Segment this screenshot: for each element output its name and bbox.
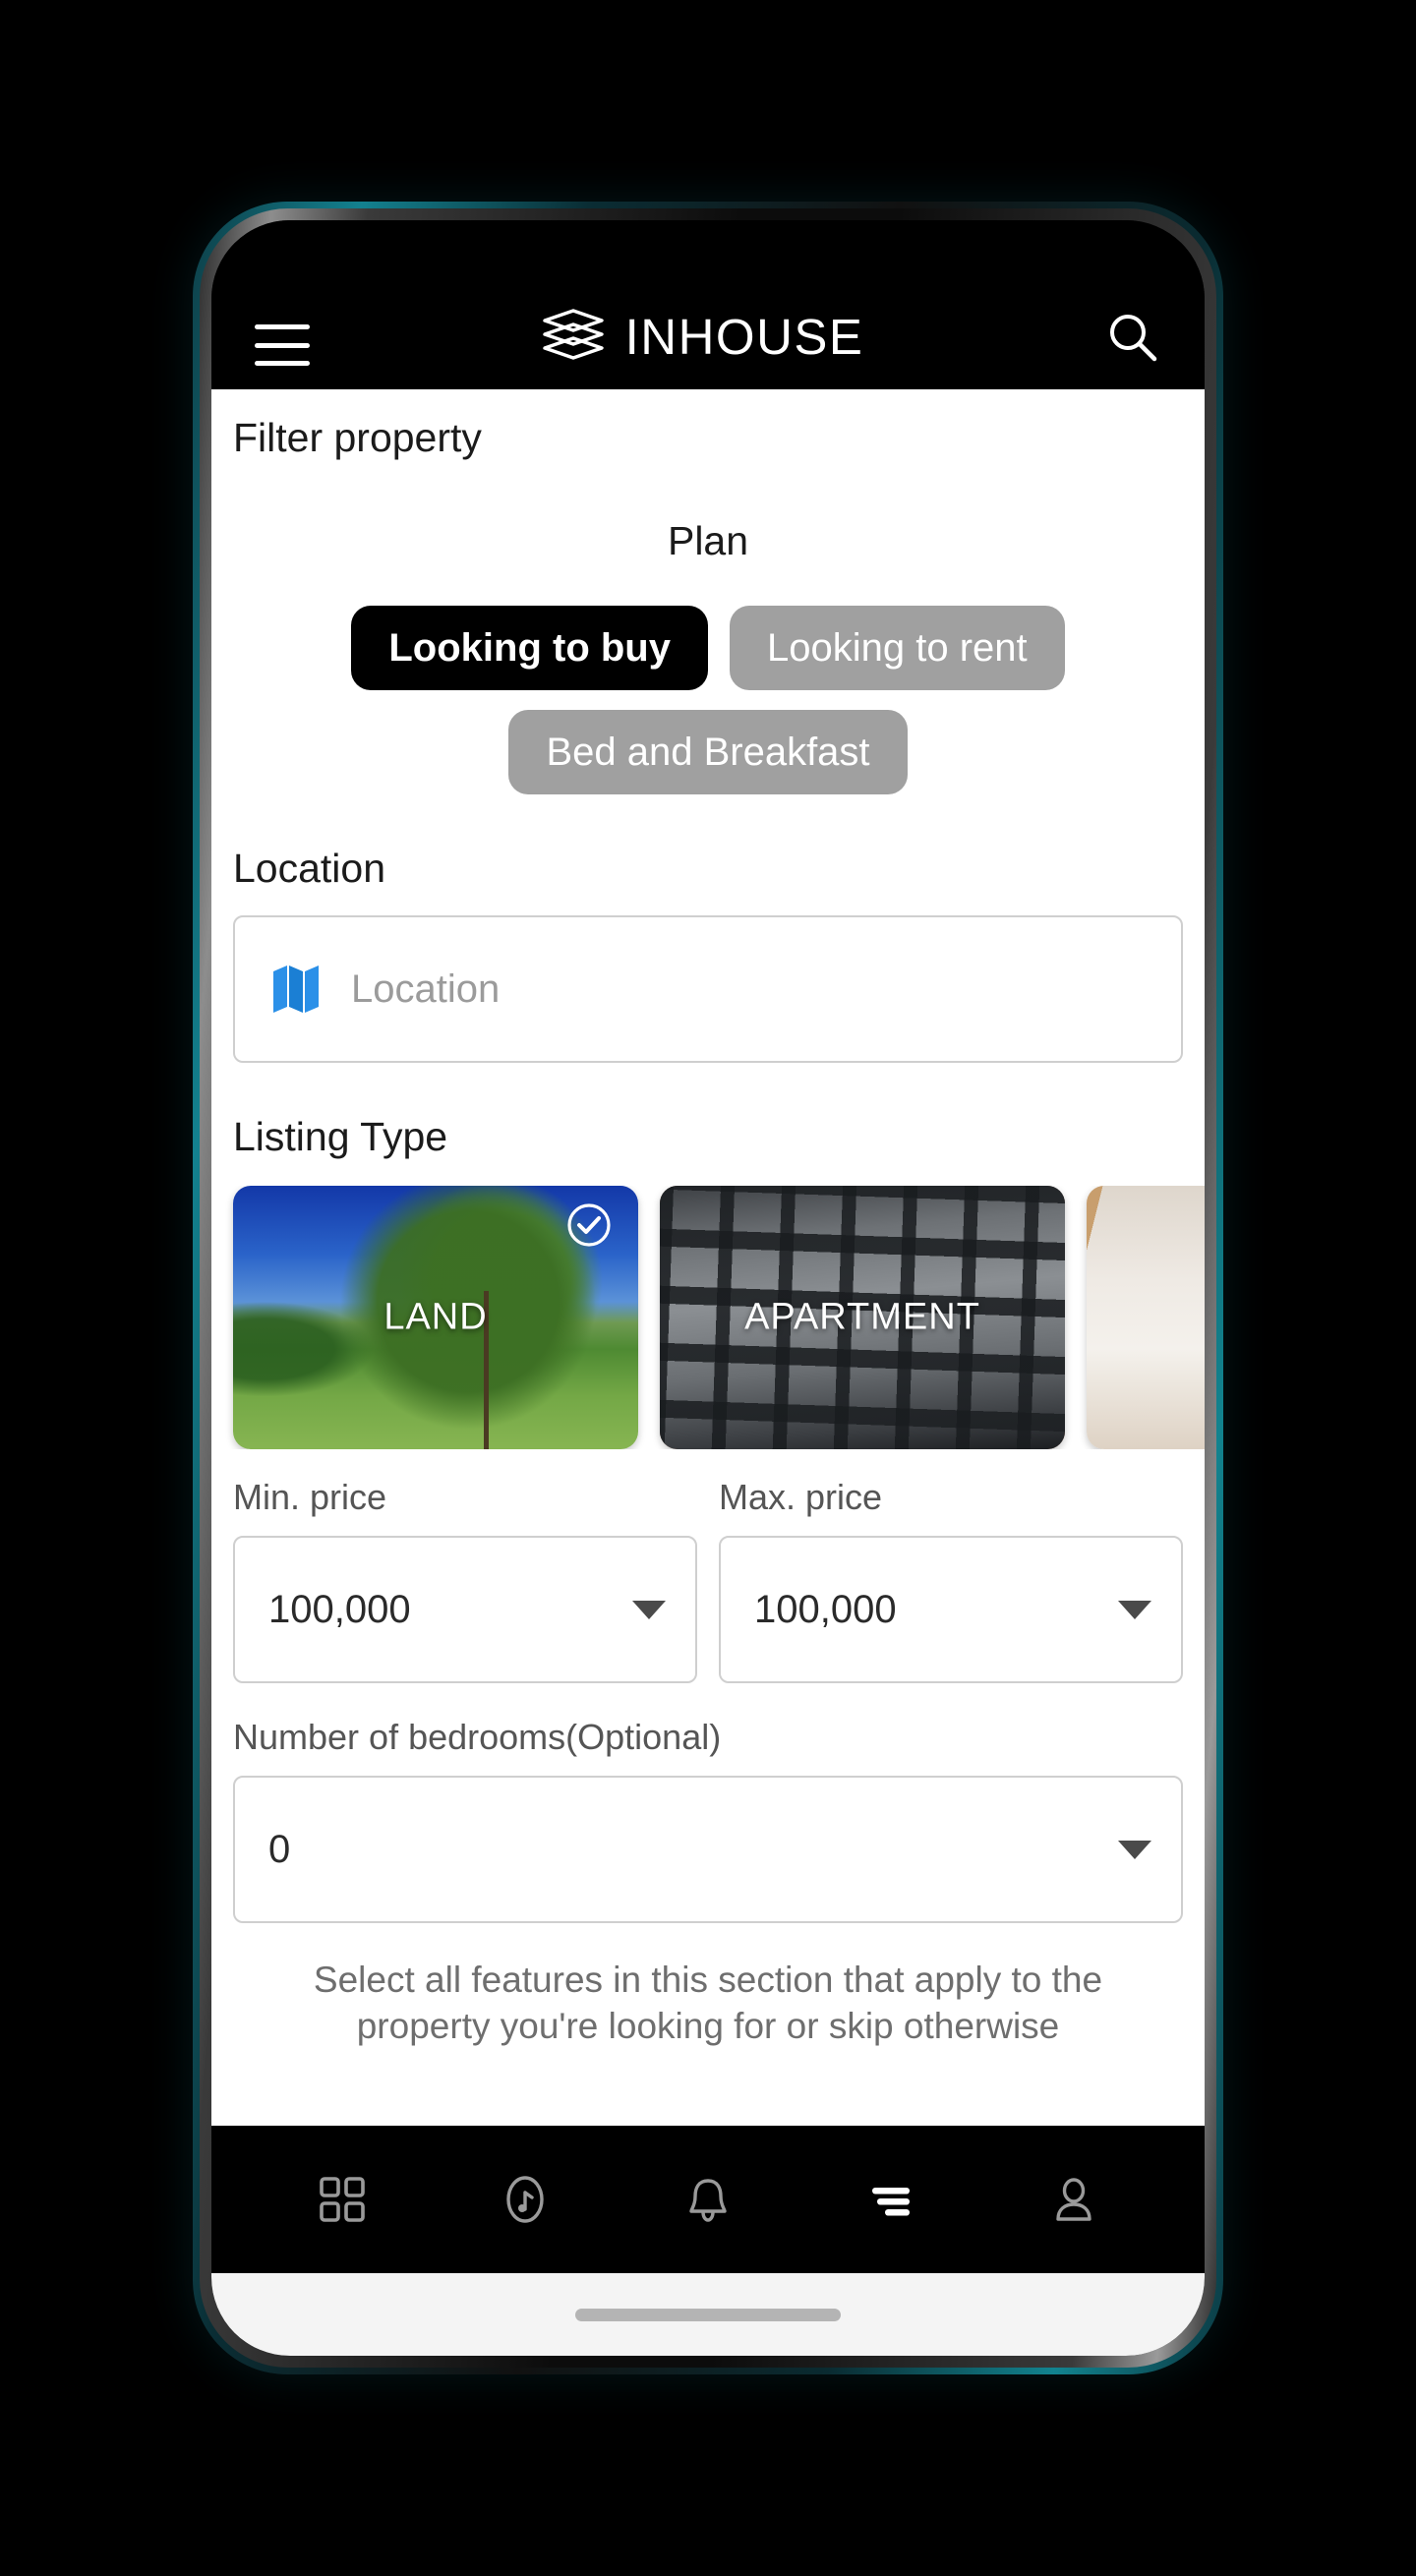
phone-screen: INHOUSE Filter property Plan Looking to … — [211, 220, 1205, 2356]
min-price-value: 100,000 — [268, 1587, 411, 1631]
listing-card-next[interactable] — [1087, 1186, 1205, 1449]
min-price-select[interactable]: 100,000 — [233, 1536, 697, 1683]
min-price-label: Min. price — [233, 1477, 387, 1517]
nav-notifications[interactable] — [673, 2164, 743, 2235]
listing-card-label: APARTMENT — [744, 1296, 980, 1338]
chevron-down-icon — [1118, 1600, 1151, 1619]
plan-option-buy[interactable]: Looking to buy — [351, 606, 708, 690]
upload-circle-icon — [506, 2176, 544, 2223]
location-label: Location — [233, 846, 386, 891]
nav-dashboard[interactable] — [307, 2164, 378, 2235]
person-icon — [1056, 2178, 1092, 2221]
home-indicator-area — [211, 2273, 1205, 2356]
layers-stack-icon — [542, 309, 604, 360]
bell-icon — [689, 2179, 727, 2222]
location-input[interactable]: Location — [233, 915, 1183, 1063]
plan-option-group: Looking to buy Looking to rent Bed and B… — [211, 606, 1205, 794]
bedrooms-value: 0 — [268, 1827, 291, 1871]
max-price-value: 100,000 — [754, 1587, 897, 1631]
nav-upload[interactable] — [490, 2164, 560, 2235]
bedrooms-select[interactable]: 0 — [233, 1776, 1183, 1923]
max-price-select[interactable]: 100,000 — [719, 1536, 1183, 1683]
bedrooms-label: Number of bedrooms(Optional) — [233, 1717, 722, 1757]
map-icon — [273, 966, 319, 1013]
chevron-down-icon — [1118, 1840, 1151, 1859]
app-bar: INHOUSE — [211, 220, 1205, 389]
chevron-down-icon — [632, 1600, 666, 1619]
brand-name: INHOUSE — [624, 308, 864, 365]
listing-card-label: LAND — [384, 1296, 488, 1338]
max-price-label: Max. price — [719, 1477, 883, 1517]
listing-card-land[interactable]: LAND — [233, 1186, 638, 1449]
home-indicator[interactable] — [575, 2308, 841, 2321]
price-range-row: Min. price 100,000 Max. price 100,000 — [211, 1477, 1205, 1683]
dashboard-grid-icon — [320, 2177, 365, 2222]
page-title: Filter property — [233, 415, 482, 460]
min-price-group: Min. price 100,000 — [233, 1477, 697, 1683]
nav-filter[interactable] — [856, 2164, 926, 2235]
listing-card-apartment[interactable]: APARTMENT — [660, 1186, 1065, 1449]
loft-image — [1087, 1186, 1205, 1449]
listing-type-carousel[interactable]: LAND APARTMENT — [211, 1186, 1205, 1449]
check-circle-icon — [567, 1203, 611, 1247]
filter-icon — [872, 2188, 910, 2216]
listing-type-label: Listing Type — [233, 1114, 448, 1159]
search-icon[interactable] — [1104, 309, 1161, 366]
phone-device-frame: INHOUSE Filter property Plan Looking to … — [193, 202, 1223, 2374]
location-placeholder: Location — [351, 966, 501, 1011]
helper-text: Select all features in this section that… — [313, 1960, 1103, 2047]
max-price-group: Max. price 100,000 — [719, 1477, 1183, 1683]
phone-bezel: INHOUSE Filter property Plan Looking to … — [200, 208, 1216, 2368]
filter-form-content: Filter property Plan Looking to buy Look… — [211, 389, 1205, 2126]
brand-block: INHOUSE — [300, 307, 1104, 366]
plan-label: Plan — [667, 518, 749, 563]
plan-option-rent[interactable]: Looking to rent — [729, 606, 1065, 690]
nav-profile[interactable] — [1038, 2164, 1109, 2235]
plan-option-bed-and-breakfast[interactable]: Bed and Breakfast — [508, 710, 908, 794]
bottom-navigation-bar — [211, 2126, 1205, 2273]
